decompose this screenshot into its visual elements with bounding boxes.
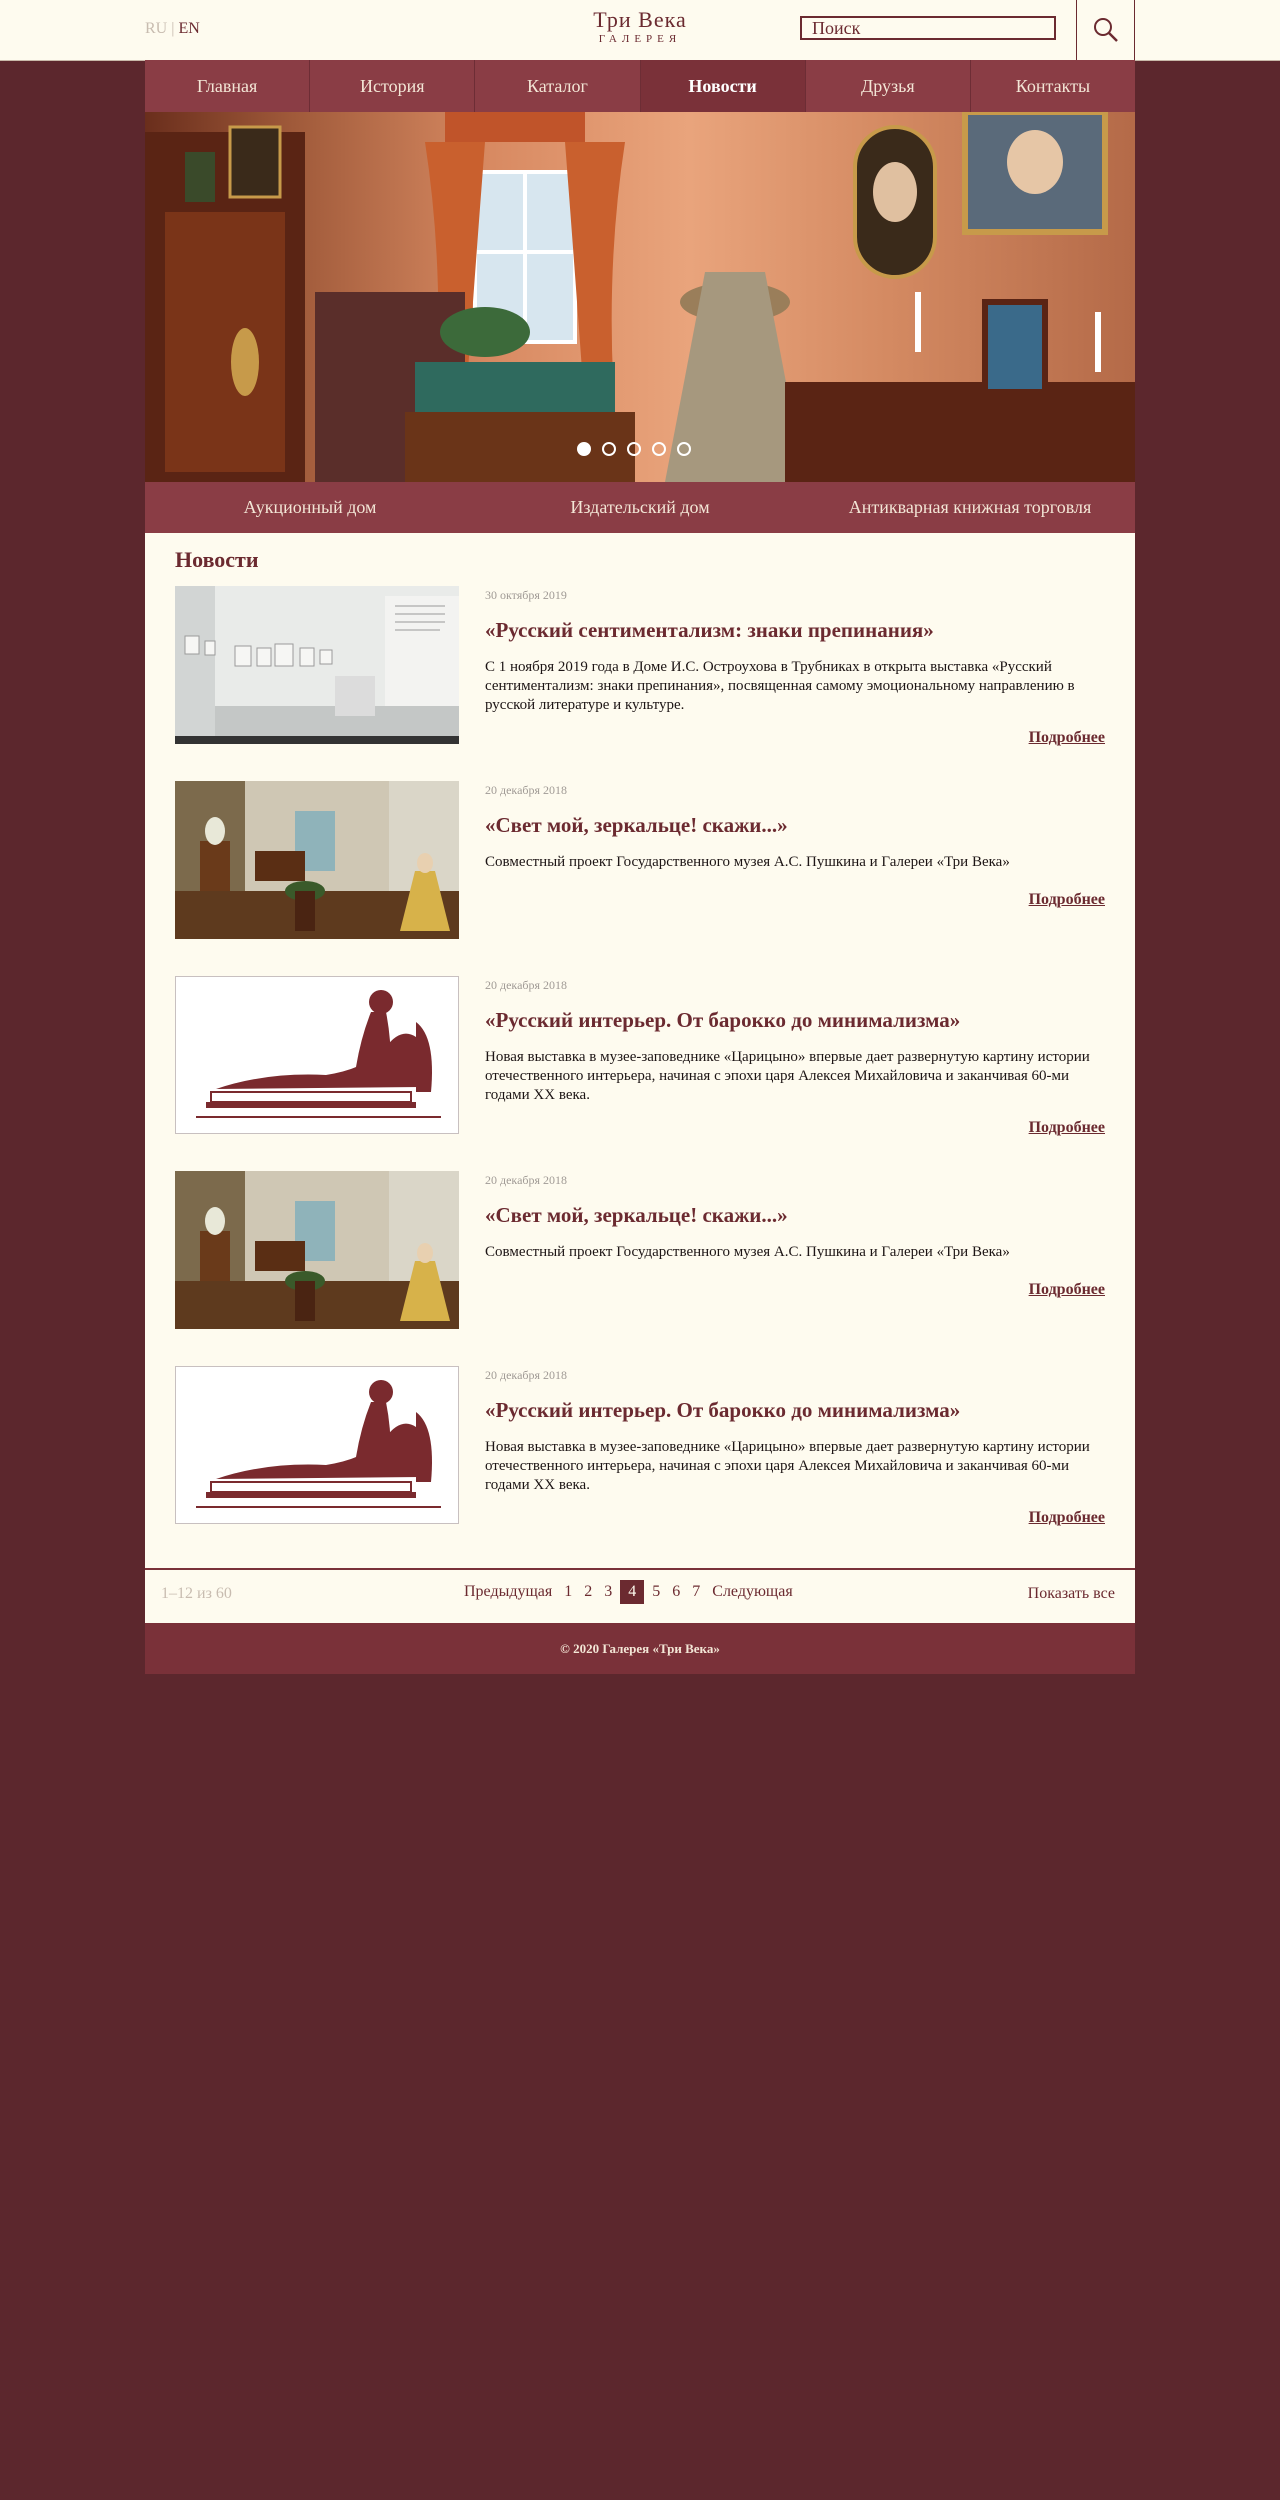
slider-dots (577, 442, 691, 456)
nav-item-contacts[interactable]: Контакты (971, 60, 1135, 112)
top-bar: RU | EN Три Века ГАЛЕРЕЯ (0, 0, 1280, 61)
nav-item-catalog[interactable]: Каталог (475, 60, 641, 112)
news-date: 20 декабря 2018 (485, 783, 568, 797)
lang-ru-link[interactable]: RU (145, 20, 167, 37)
read-more-link[interactable]: Подробнее (1029, 1281, 1105, 1299)
page-link[interactable]: 3 (604, 1583, 612, 1601)
results-count: 1–12 из 60 (161, 1585, 232, 1602)
news-title[interactable]: «Русский интерьер. От барокко до минимал… (485, 1008, 1105, 1033)
subnav-item-auction[interactable]: Аукционный дом (145, 482, 475, 533)
next-page-link[interactable]: Следующая (712, 1583, 792, 1601)
news-title[interactable]: «Русский сентиментализм: знаки препинани… (485, 618, 1105, 643)
nav-item-news[interactable]: Новости (640, 60, 806, 112)
page-link[interactable]: 6 (672, 1583, 680, 1601)
main-nav: Главная История Каталог Новости Друзья К… (145, 60, 1135, 112)
news-thumbnail[interactable] (175, 976, 459, 1134)
slider-dot[interactable] (652, 442, 666, 456)
slider-dot[interactable] (602, 442, 616, 456)
news-item: 20 декабря 2018 «Русский интерьер. От ба… (175, 1366, 1105, 1526)
page-link[interactable]: 2 (584, 1583, 592, 1601)
search-icon (1093, 18, 1118, 42)
news-item: 20 декабря 2018 «Свет мой, зеркальце! ск… (175, 1171, 1105, 1331)
hero-slider[interactable] (145, 112, 1135, 482)
read-more-link[interactable]: Подробнее (1029, 729, 1105, 747)
nav-item-friends[interactable]: Друзья (806, 60, 971, 112)
read-more-link[interactable]: Подробнее (1029, 1509, 1105, 1527)
prev-page-link[interactable]: Предыдущая (464, 1583, 552, 1601)
news-thumbnail[interactable] (175, 586, 459, 744)
news-excerpt: Новая выставка в музее-заповеднике «Цари… (485, 1049, 1090, 1103)
news-date: 20 декабря 2018 (485, 1368, 568, 1382)
news-date: 20 декабря 2018 (485, 1173, 568, 1187)
page-links: Предыдущая 1 2 3 4 5 6 7 Следующая (458, 1580, 799, 1604)
logo-title: Три Века (593, 7, 687, 32)
read-more-link[interactable]: Подробнее (1029, 891, 1105, 909)
subnav-item-publishing[interactable]: Издательский дом (475, 482, 805, 533)
logo-subtitle: ГАЛЕРЕЯ (598, 33, 682, 45)
slider-dot[interactable] (677, 442, 691, 456)
subnav-item-books[interactable]: Антикварная книжная торговля (805, 482, 1135, 533)
news-title[interactable]: «Свет мой, зеркальце! скажи...» (485, 1203, 1105, 1228)
pagination: 1–12 из 60 Предыдущая 1 2 3 4 5 6 7 След… (145, 1570, 1135, 1623)
page-title: Новости (175, 547, 259, 572)
news-item: 20 декабря 2018 «Русский интерьер. От ба… (175, 976, 1105, 1136)
page-link[interactable]: 1 (564, 1583, 572, 1601)
current-page: 4 (620, 1580, 645, 1604)
news-item: 30 октября 2019 «Русский сентиментализм:… (175, 586, 1105, 746)
search-input[interactable] (800, 16, 1056, 40)
news-excerpt: Новая выставка в музее-заповеднике «Цари… (485, 1439, 1090, 1493)
slider-dot[interactable] (577, 442, 591, 456)
language-switcher: RU | EN (145, 20, 200, 38)
slider-dot[interactable] (627, 442, 641, 456)
news-excerpt: Совместный проект Государственного музея… (485, 854, 1010, 870)
news-date: 20 декабря 2018 (485, 978, 568, 992)
news-title[interactable]: «Русский интерьер. От барокко до минимал… (485, 1398, 1105, 1423)
news-section: Новости 30 октября 2019 «Русский сентиме… (145, 533, 1135, 1623)
read-more-link[interactable]: Подробнее (1029, 1119, 1105, 1137)
nav-item-home[interactable]: Главная (145, 60, 311, 112)
news-item: 20 декабря 2018 «Свет мой, зеркальце! ск… (175, 781, 1105, 941)
news-thumbnail[interactable] (175, 1171, 459, 1329)
news-thumbnail[interactable] (175, 781, 459, 939)
lang-separator: | (171, 20, 175, 37)
news-thumbnail[interactable] (175, 1366, 459, 1524)
page-link[interactable]: 5 (652, 1583, 660, 1601)
copyright-text: © 2020 Галерея «Три Века» (560, 1641, 720, 1656)
news-date: 30 октября 2019 (485, 588, 567, 602)
news-excerpt: С 1 ноября 2019 года в Доме И.С. Остроух… (485, 659, 1075, 713)
show-all-link[interactable]: Показать все (1028, 1585, 1115, 1603)
hero-image (145, 112, 1135, 482)
news-title[interactable]: «Свет мой, зеркальце! скажи...» (485, 813, 1105, 838)
search-button[interactable] (1076, 0, 1135, 60)
page-link[interactable]: 7 (692, 1583, 700, 1601)
news-excerpt: Совместный проект Государственного музея… (485, 1244, 1010, 1260)
sub-nav: Аукционный дом Издательский дом Антиквар… (145, 482, 1135, 533)
lang-en-link[interactable]: EN (178, 20, 199, 37)
nav-item-history[interactable]: История (310, 60, 476, 112)
footer: © 2020 Галерея «Три Века» (145, 1623, 1135, 1674)
logo[interactable]: Три Века ГАЛЕРЕЯ (560, 8, 720, 46)
